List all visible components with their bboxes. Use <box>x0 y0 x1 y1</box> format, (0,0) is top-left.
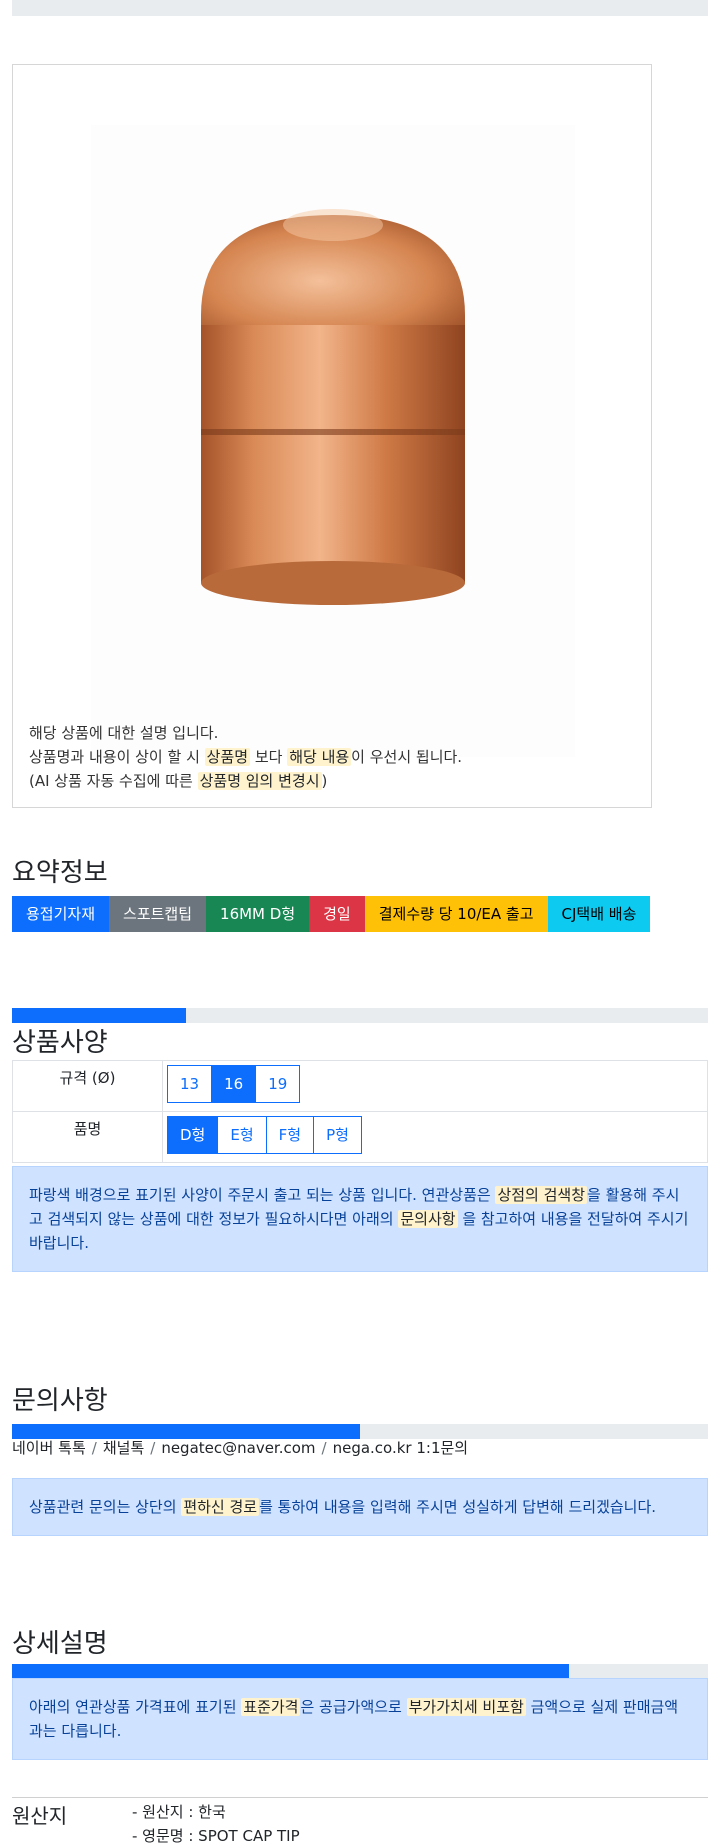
text: 상품관련 문의는 상단의 <box>29 1498 182 1516</box>
spec-title: 상품사양 <box>12 1028 108 1058</box>
summary-badge: 경일 <box>309 896 365 932</box>
summary-title: 요약정보 <box>12 858 108 888</box>
contact-links: 네이버 톡톡 / 채널톡 / negatec@naver.com / nega.co.kr … <box>12 1437 468 1458</box>
separator: / <box>150 1439 156 1457</box>
text: 아래의 연관상품 가격표에 표기된 <box>29 1698 242 1716</box>
separator: / <box>321 1439 327 1457</box>
text: 파랑색 배경으로 표기된 사양이 주문시 출고 되는 상품 입니다. 연관상품은 <box>29 1186 496 1204</box>
spec-option-button[interactable]: E형 <box>217 1116 267 1154</box>
summary-badge: 16MM D형 <box>206 896 310 932</box>
detail-progress <box>12 1664 708 1679</box>
description-line-2: 상품명과 내용이 상이 할 시 상품명 보다 해당 내용 이 우선시 됩니다. <box>29 745 462 769</box>
highlight: 편하신 경로 <box>181 1498 260 1516</box>
spec-notice: 파랑색 배경으로 표기된 사양이 주문시 출고 되는 상품 입니다. 연관상품은… <box>12 1166 708 1272</box>
origin-divider <box>12 1797 708 1798</box>
product-description: 해당 상품에 대한 설명 입니다. 상품명과 내용이 상이 할 시 상품명 보다… <box>29 721 462 793</box>
origin-list: - 원산지 : 한국 - 영문명 : SPOT CAP TIP <box>132 1800 300 1848</box>
naver-talk-link[interactable]: 네이버 톡톡 <box>12 1439 86 1457</box>
origin-item: - 원산지 : 한국 <box>132 1803 226 1821</box>
summary-badges: 용접기자재 스포트캡팁 16MM D형 경일 결제수량 당 10/EA 출고 CJ택배 배… <box>12 896 651 932</box>
text: 보다 <box>250 748 288 766</box>
highlight: 상품명 <box>204 748 251 766</box>
detail-notice: 아래의 연관상품 가격표에 표기된 표준가격 은 공급가액으로 부가가치세 비포함… <box>12 1678 708 1760</box>
text: 이 우선시 됩니다. <box>351 748 463 766</box>
highlight: 문의사항 <box>398 1210 458 1228</box>
summary-badge: 스포트캡팁 <box>109 896 207 932</box>
spec-option-button[interactable]: F형 <box>265 1116 315 1154</box>
text: (AI 상품 자동 수집에 따른 <box>29 772 198 790</box>
spec-option-button[interactable]: D형 <box>167 1116 219 1154</box>
inquiry-notice: 상품관련 문의는 상단의 편하신 경로 를 통하여 내용을 입력해 주시면 성실하… <box>12 1478 708 1536</box>
size-options: 13 16 19 <box>167 1065 301 1103</box>
text: ) <box>321 772 328 790</box>
spec-row-size: 규격 (Ø) 13 16 19 <box>12 1060 708 1112</box>
highlight: 해당 내용 <box>287 748 352 766</box>
email-link[interactable]: negatec@naver.com <box>161 1439 315 1457</box>
origin-item: - 영문명 : SPOT CAP TIP <box>132 1827 300 1845</box>
spot-cap-tip-image <box>91 125 575 757</box>
spec-table: 규격 (Ø) 13 16 19 품명 D형 E형 F형 P형 <box>12 1060 708 1163</box>
spec-progress <box>12 1008 708 1023</box>
spec-option-button[interactable]: 19 <box>255 1065 301 1103</box>
spec-label-size: 규격 (Ø) <box>12 1060 163 1112</box>
text: 를 통하여 내용을 입력해 주시면 성실하게 답변해 드리겠습니다. <box>259 1498 657 1516</box>
spec-label-type: 품명 <box>12 1111 163 1163</box>
product-image-card: 해당 상품에 대한 설명 입니다. 상품명과 내용이 상이 할 시 상품명 보다… <box>12 64 652 808</box>
description-line-1: 해당 상품에 대한 설명 입니다. <box>29 724 219 742</box>
text: 상품명과 내용이 상이 할 시 <box>29 748 205 766</box>
spec-progress-fill <box>12 1008 186 1023</box>
detail-title: 상세설명 <box>12 1629 108 1659</box>
channel-talk-link[interactable]: 채널톡 <box>103 1439 144 1457</box>
highlight: 부가가치세 비포함 <box>406 1698 526 1716</box>
top-progress-bar <box>12 0 708 16</box>
spec-option-button[interactable]: 16 <box>211 1065 257 1103</box>
spec-options-type-cell: D형 E형 F형 P형 <box>162 1111 708 1163</box>
inquiry-title: 문의사항 <box>12 1386 108 1416</box>
highlight: 표준가격 <box>241 1698 301 1716</box>
summary-badge: 결제수량 당 10/EA 출고 <box>364 896 548 932</box>
one-on-one-inquiry-link[interactable]: nega.co.kr 1:1문의 <box>333 1439 469 1457</box>
text: 은 공급가액으로 <box>300 1698 407 1716</box>
spec-option-button[interactable]: 13 <box>167 1065 213 1103</box>
type-options: D형 E형 F형 P형 <box>167 1116 362 1154</box>
detail-progress-fill <box>12 1664 569 1679</box>
spec-option-button[interactable]: P형 <box>313 1116 362 1154</box>
spec-row-type: 품명 D형 E형 F형 P형 <box>12 1111 708 1163</box>
spec-options-size-cell: 13 16 19 <box>162 1060 708 1112</box>
separator: / <box>91 1439 97 1457</box>
origin-label: 원산지 <box>12 1804 68 1828</box>
summary-badge: CJ택배 배송 <box>547 896 651 932</box>
summary-badge: 용접기자재 <box>12 896 110 932</box>
highlight: 상점의 검색창 <box>495 1186 588 1204</box>
description-line-3: (AI 상품 자동 수집에 따른 상품명 임의 변경시) <box>29 769 462 793</box>
highlight: 상품명 임의 변경시 <box>197 772 322 790</box>
